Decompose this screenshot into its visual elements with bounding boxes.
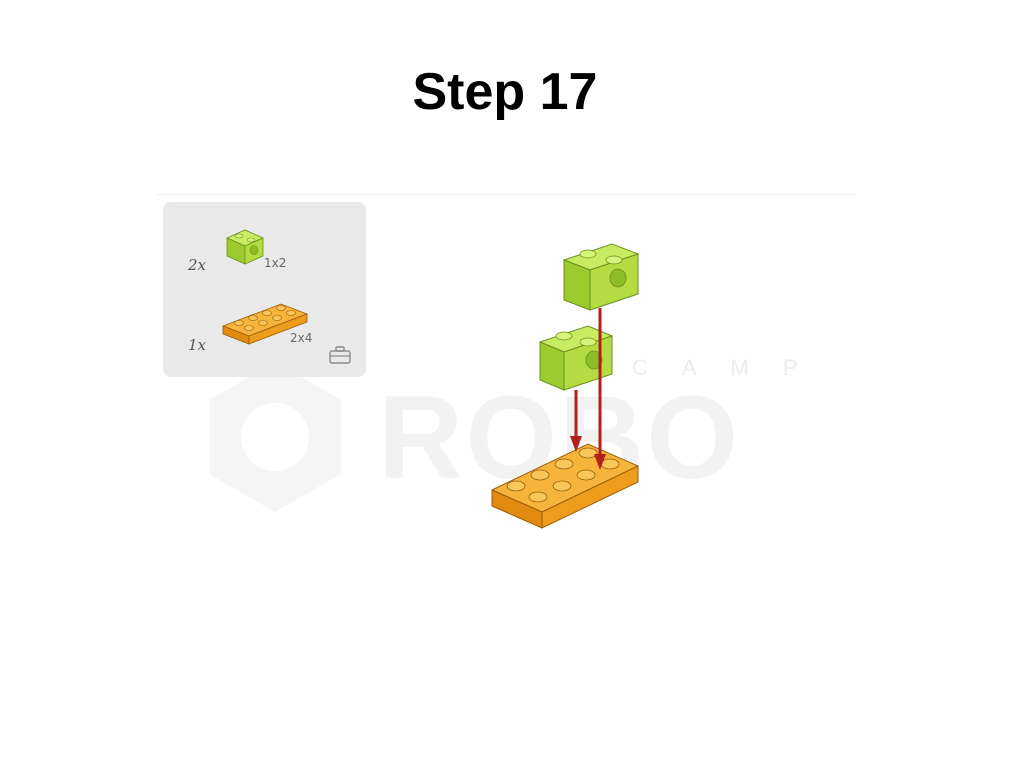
orange-plate-2x4 bbox=[490, 443, 640, 529]
toolbox-icon bbox=[329, 346, 351, 364]
lime-brick-1x2-upper bbox=[562, 243, 640, 311]
lime-brick-1x2-icon bbox=[226, 229, 264, 265]
parts-list-panel: 2x 1x2 1x 2x4 bbox=[163, 202, 366, 377]
step-title: Step 17 bbox=[412, 63, 598, 121]
assembly-illustration bbox=[490, 243, 640, 529]
divider-line bbox=[157, 194, 855, 195]
orange-plate-2x4-icon bbox=[221, 303, 309, 345]
hexagon-logo-icon bbox=[209, 362, 341, 512]
placement-arrow-left bbox=[570, 390, 582, 452]
part-quantity-1: 2x bbox=[188, 256, 207, 274]
part-quantity-2: 1x bbox=[188, 336, 207, 354]
